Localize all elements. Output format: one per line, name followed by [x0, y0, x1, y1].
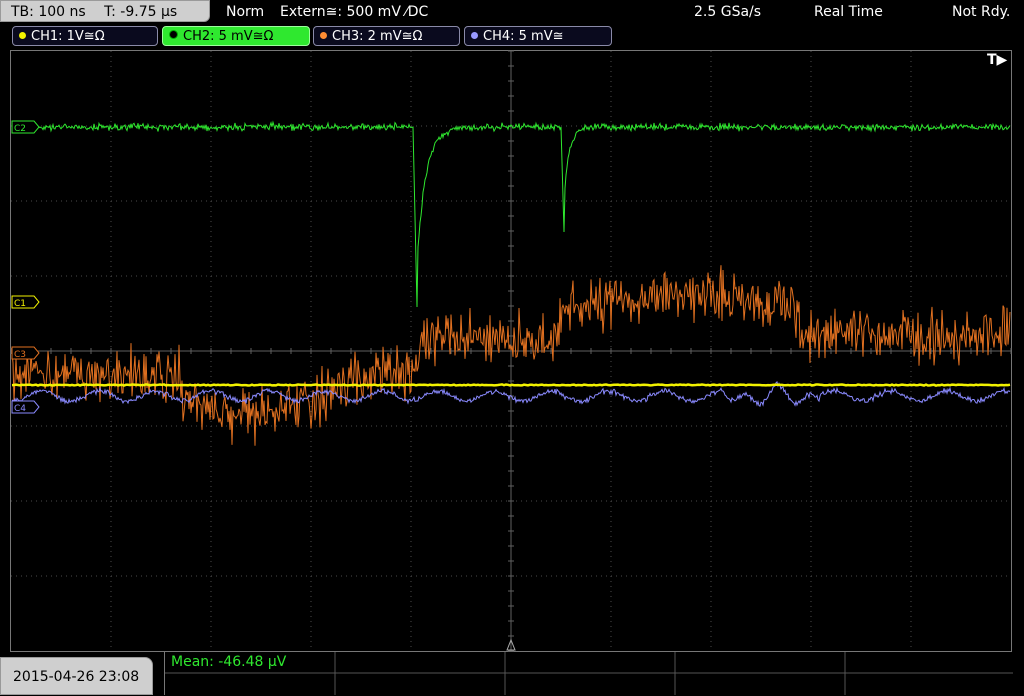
ch2-marker-label: C2	[14, 124, 26, 134]
datetime-display: 2015-04-26 23:08	[0, 657, 153, 695]
ch1-waveform	[11, 383, 1011, 388]
grid	[10, 50, 1012, 652]
ch1-offset-marker[interactable]: C1	[11, 295, 40, 309]
ch1-marker-label: C1	[14, 299, 26, 309]
ch4-marker-label: C4	[14, 404, 26, 414]
ch3-offset-marker[interactable]: C3	[11, 346, 40, 360]
trigger-level-icon[interactable]: T▶	[987, 52, 1007, 68]
measurement-grid	[165, 652, 1013, 695]
measurement-panel[interactable]: Mean: -46.48 µV	[164, 652, 1013, 695]
ch3-marker-label: C3	[14, 350, 26, 360]
mean-measurement: Mean: -46.48 µV	[171, 654, 287, 670]
waveform-svg: C1 C2 C3 C4	[10, 50, 1012, 652]
ch4-offset-marker[interactable]: C4	[11, 400, 40, 414]
ch2-offset-marker[interactable]: C2	[11, 120, 40, 134]
